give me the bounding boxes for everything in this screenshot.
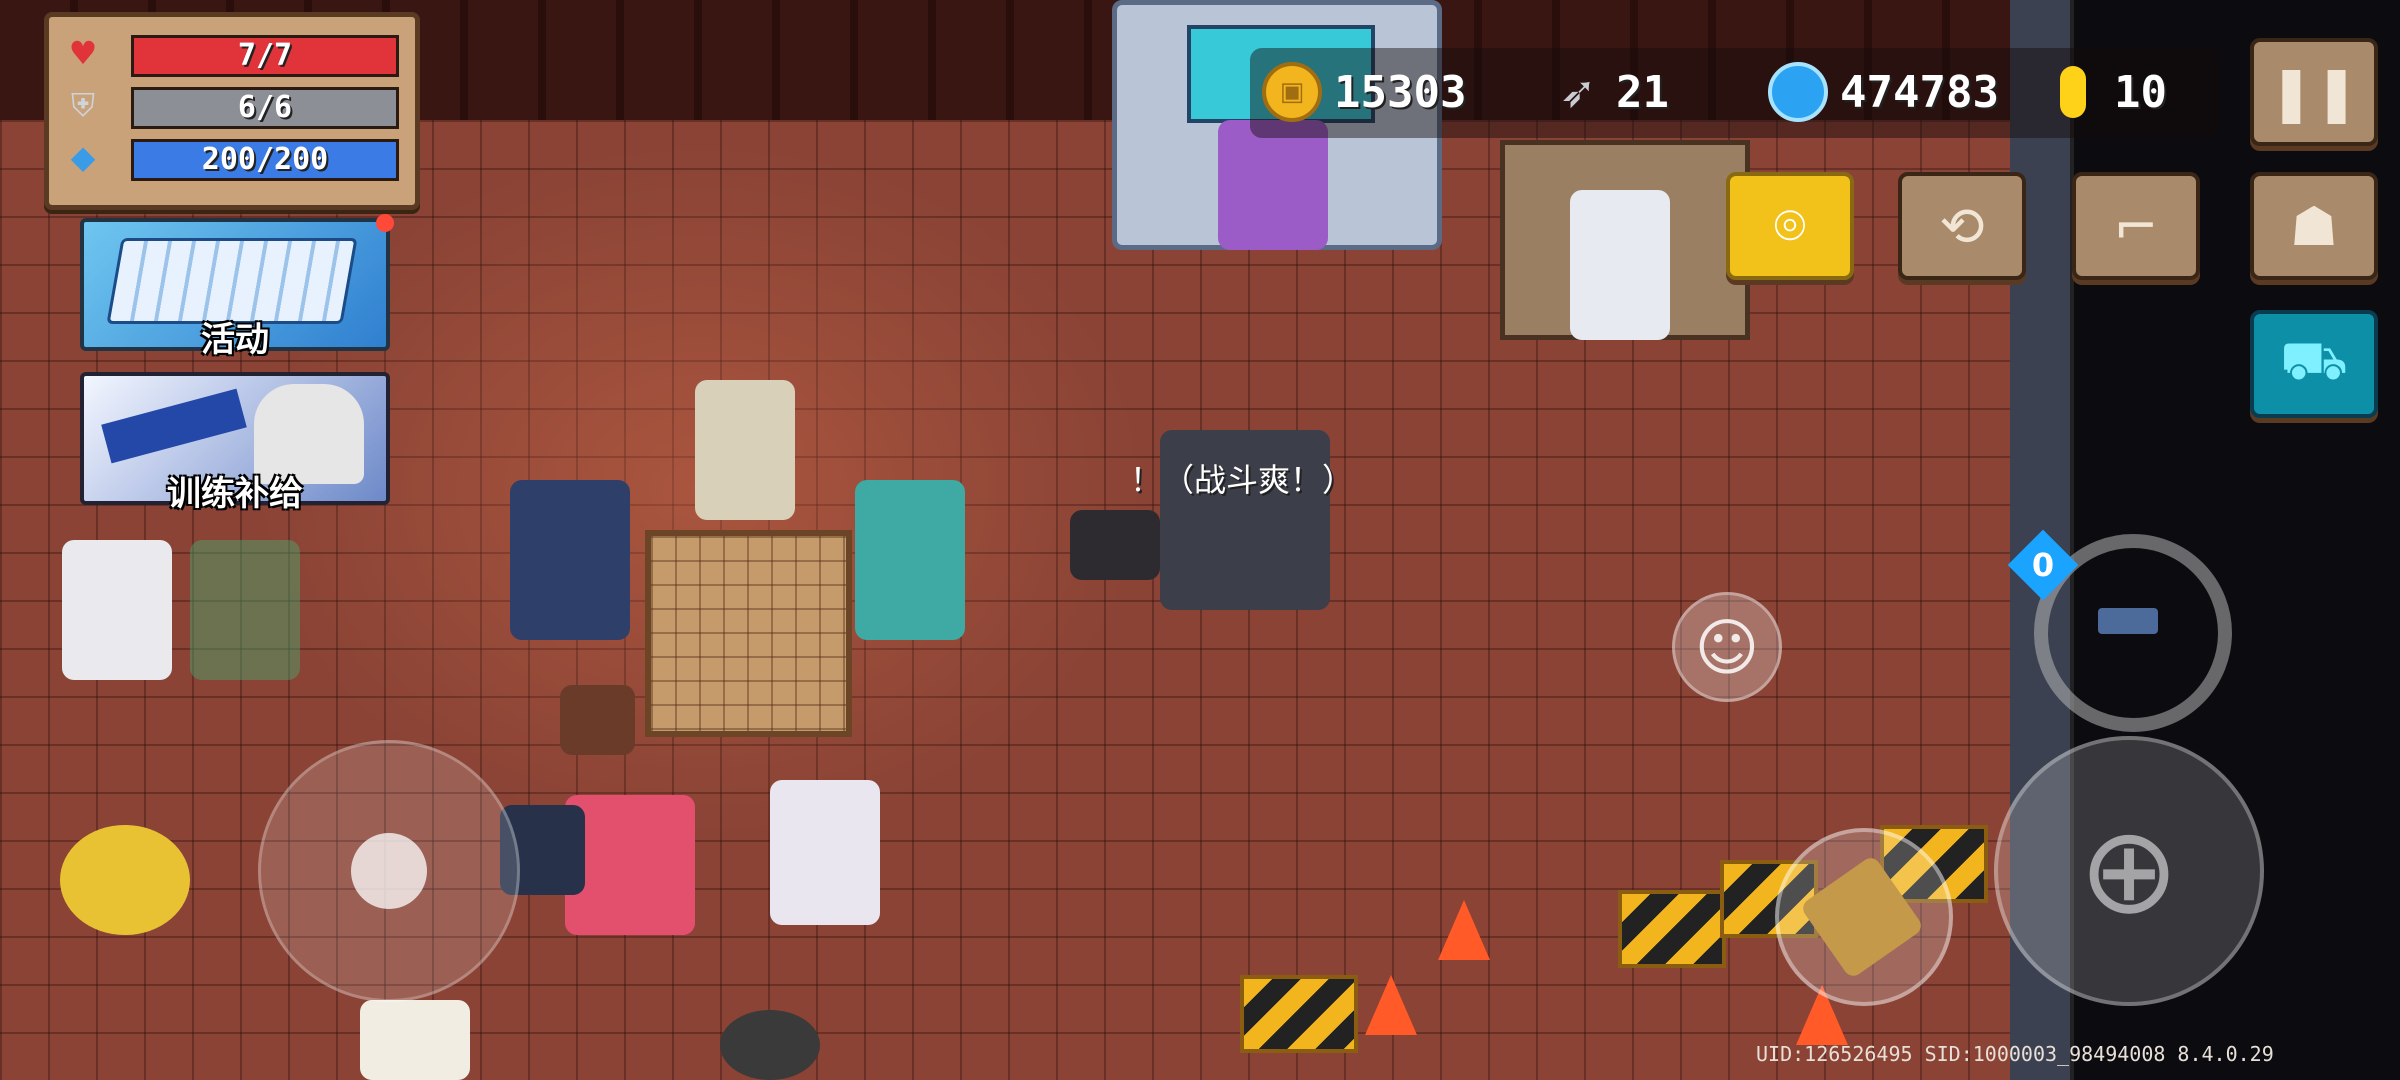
character-teal[interactable] [855, 480, 965, 640]
event-card[interactable]: 活动 [80, 214, 394, 360]
crosshair-icon: ⊕ [2078, 801, 2180, 941]
character-purple-hair[interactable] [1218, 120, 1328, 250]
gem-counter: 474783 [1768, 50, 1999, 134]
armor-row: ⛨ 6/6 [59, 83, 399, 129]
character-white-robot[interactable] [62, 540, 172, 680]
token-icon [2060, 66, 2086, 118]
health-text: 7/7 [237, 38, 293, 73]
gold-counter: ▣ 15303 [1262, 50, 1466, 134]
character-bunny[interactable] [770, 780, 880, 925]
small-crate [560, 685, 635, 755]
skill-button[interactable] [1775, 828, 1953, 1006]
stat-panel: ♥ 7/7 ⛨ 6/6 ◆ 200/200 [44, 12, 420, 210]
map-pin-icon: ⌾ [1773, 194, 1807, 257]
pet-dog [1070, 510, 1160, 580]
token-counter: 10 [2060, 50, 2167, 134]
smiley-icon: ☺ [1694, 610, 1760, 684]
character-bottom-left[interactable] [360, 1000, 470, 1080]
training-supply-card[interactable]: 训练补给 [80, 372, 390, 514]
swap-button[interactable]: ⟲ [1898, 172, 2026, 280]
armor-text: 6/6 [237, 90, 293, 125]
traffic-cone [1438, 900, 1490, 960]
notification-dot [376, 214, 394, 232]
speech-bubble: ！（战斗爽！） [1130, 461, 1355, 499]
skill-icon [1799, 854, 1925, 980]
armor-bar: 6/6 [131, 87, 399, 129]
character-blue-ninja[interactable] [510, 480, 630, 640]
jet-art [101, 388, 247, 464]
barrier [1618, 890, 1726, 968]
fish-value: 21 [1616, 66, 1669, 118]
health-row: ♥ 7/7 [59, 31, 399, 77]
token-value: 10 [2114, 66, 2167, 118]
gold-coin-icon: ▣ [1262, 62, 1322, 122]
location-button[interactable]: ⌾ [1726, 172, 1854, 280]
energy-diamond-icon: ◆ [70, 138, 96, 176]
event-label: 活动 [201, 320, 269, 360]
character-bottom-hat[interactable] [720, 1010, 820, 1080]
swap-icon: ⟲ [1939, 194, 1985, 258]
energy-cost-value: 0 [2031, 546, 2055, 584]
pause-icon: ❚❚ [2268, 60, 2360, 124]
fish-icon: ➶ [1559, 66, 1597, 118]
shopping-cart-icon: ⛟ [2280, 329, 2348, 392]
energy-bar: 200/200 [131, 139, 399, 181]
barrier [1240, 975, 1358, 1053]
pistol-icon [2098, 608, 2158, 634]
shield-icon: ⛨ [70, 86, 95, 124]
character-green-hat[interactable] [695, 380, 795, 520]
heart-icon: ♥ [68, 34, 98, 72]
uid-text: UID:126526495 SID:1000003_98494008 8.4.0… [1756, 1042, 2274, 1066]
hologram-plant [190, 540, 300, 680]
energy-row: ◆ 200/200 [59, 135, 399, 181]
movement-joystick[interactable] [258, 740, 520, 1002]
emote-button[interactable]: ☺ [1672, 592, 1782, 702]
joystick-knob[interactable] [351, 833, 427, 909]
pause-button[interactable]: ❚❚ [2250, 38, 2378, 146]
yellow-pet[interactable] [60, 825, 190, 935]
chess-board-table[interactable] [645, 530, 852, 737]
health-bar: 7/7 [131, 35, 399, 77]
fish-counter: ➶ 21 [1552, 50, 1669, 134]
gem-icon [1768, 62, 1828, 122]
energy-text: 200/200 [201, 142, 329, 177]
energy-cost-badge: 0 [2007, 529, 2079, 601]
character-white-hair[interactable] [1570, 190, 1670, 340]
gem-value: 474783 [1840, 66, 1999, 118]
gold-value: 15303 [1334, 66, 1467, 118]
traffic-cone [1365, 975, 1417, 1035]
supply-label: 训练补给 [167, 474, 303, 514]
shop-button[interactable]: ⛟ [2250, 310, 2378, 418]
stairs-button[interactable]: ⌐ [2072, 172, 2200, 280]
profile-card-icon: ☗ [2289, 194, 2339, 258]
profile-button[interactable]: ☗ [2250, 172, 2378, 280]
stairs-icon: ⌐ [2113, 194, 2159, 258]
attack-button[interactable]: ⊕ [1994, 736, 2264, 1006]
